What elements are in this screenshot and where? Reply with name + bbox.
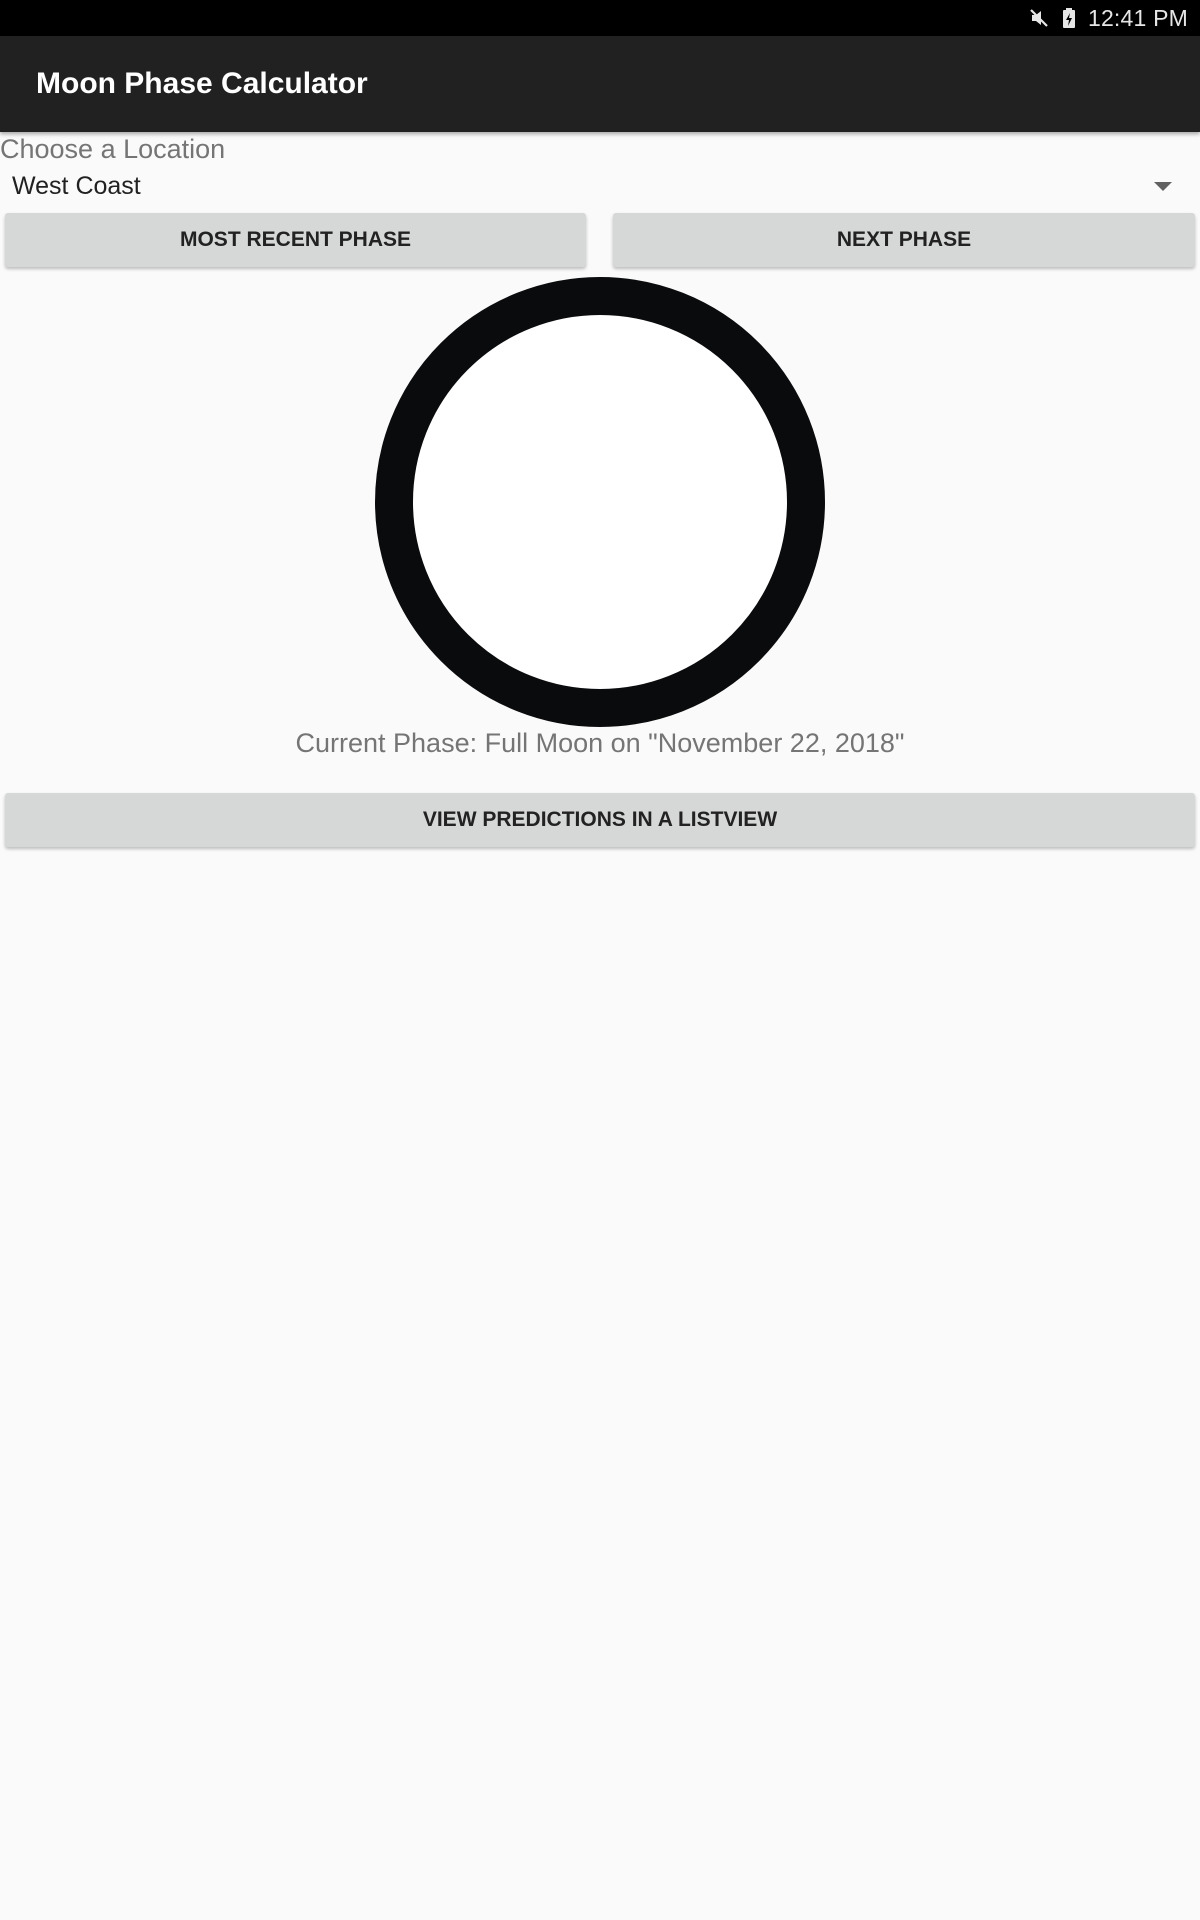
status-bar: 12:41 PM [0, 0, 1200, 36]
current-phase-text: Current Phase: Full Moon on "November 22… [295, 728, 905, 758]
location-selected-value: West Coast [12, 172, 141, 200]
app-title: Moon Phase Calculator [36, 67, 368, 100]
battery-charging-icon [1058, 7, 1080, 29]
mute-icon [1028, 7, 1050, 29]
most-recent-phase-button[interactable]: MOST RECENT PHASE [5, 213, 586, 267]
location-spinner[interactable]: West Coast [0, 170, 1200, 214]
view-predictions-listview-button[interactable]: VIEW PREDICTIONS IN A LISTVIEW [5, 793, 1195, 847]
full-moon-icon [375, 277, 825, 727]
next-phase-button[interactable]: NEXT PHASE [613, 213, 1195, 267]
status-icons: 12:41 PM [1028, 0, 1188, 36]
status-time: 12:41 PM [1087, 4, 1188, 31]
location-label: Choose a Location [0, 134, 226, 164]
app-bar: Moon Phase Calculator [0, 36, 1200, 132]
dropdown-arrow-icon [1154, 182, 1172, 191]
moon-disc [375, 277, 825, 727]
